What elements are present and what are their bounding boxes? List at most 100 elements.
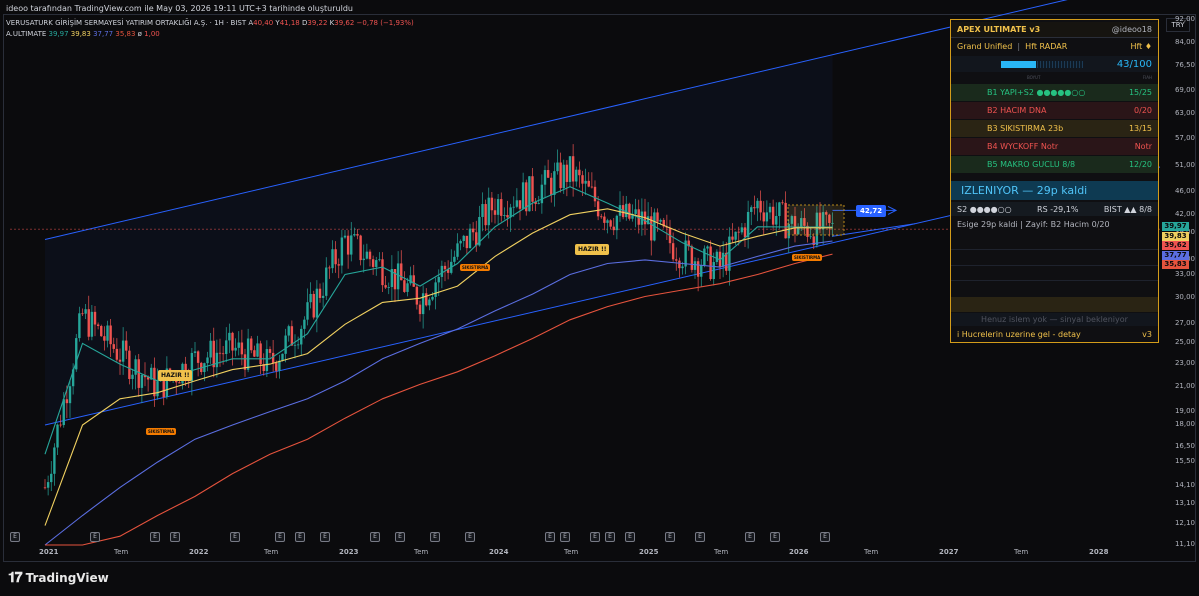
price-tick: 21,00	[1174, 381, 1195, 390]
candle-body	[693, 261, 697, 270]
earnings-event-marker[interactable]: E	[665, 532, 675, 542]
panel-row[interactable]: B2 HACIM DNA 0/20	[951, 102, 1158, 119]
footer1-text: Henuz islem yok — sinyal bekleniyor	[981, 315, 1128, 324]
earnings-event-marker[interactable]: E	[295, 532, 305, 542]
price-label: 39,83	[1162, 231, 1189, 241]
candle-body	[43, 487, 47, 489]
earnings-event-marker[interactable]: E	[320, 532, 330, 542]
legend: VERUSATURK GİRİŞİM SERMAYESİ YATIRIM ORT…	[6, 18, 414, 40]
trend-arrow-line	[832, 223, 916, 237]
subtitle-left: Grand Unified	[957, 42, 1013, 51]
earnings-event-marker[interactable]: E	[150, 532, 160, 542]
price-tick: 13,10	[1174, 498, 1195, 507]
earnings-event-marker[interactable]: E	[745, 532, 755, 542]
candle-body	[206, 357, 209, 364]
earnings-event-marker[interactable]: E	[170, 532, 180, 542]
earnings-event-marker[interactable]: E	[10, 532, 20, 542]
candle-body	[81, 313, 84, 315]
panel-row-value: 13/15	[1128, 124, 1152, 133]
earnings-event-marker[interactable]: E	[465, 532, 475, 542]
candle-body	[440, 265, 444, 277]
candle-body	[434, 282, 437, 297]
footer2-left[interactable]: i Hucrelerin uzerine gel - detay	[957, 330, 1081, 339]
earnings-event-marker[interactable]: E	[430, 532, 440, 542]
price-tick: 57,00	[1174, 133, 1195, 142]
candle-body	[587, 180, 590, 187]
candle-body	[487, 197, 490, 226]
grid-cell	[951, 266, 1158, 282]
threshold-row: Esige 29p kaldi | Zayif: B2 Hacim 0/20	[951, 217, 1158, 231]
time-tick: 2026	[789, 548, 809, 556]
panel-row[interactable]: B3 SIKISTIRMA 23b 13/15	[951, 120, 1158, 137]
candle-body	[493, 210, 497, 215]
earnings-event-marker[interactable]: E	[820, 532, 830, 542]
earnings-event-marker[interactable]: E	[545, 532, 555, 542]
candle-body	[178, 382, 181, 384]
candle-body	[268, 349, 272, 353]
candle-body	[359, 235, 362, 261]
candle-body	[656, 212, 659, 222]
candle-body	[459, 240, 462, 244]
earnings-event-marker[interactable]: E	[560, 532, 570, 542]
candle-body	[590, 186, 594, 188]
candle-body	[196, 351, 200, 363]
indicator-value-2: 39,83	[70, 30, 91, 38]
candle-body	[331, 249, 334, 269]
indicator-name[interactable]: A.ULTIMATE	[6, 30, 46, 38]
candle-body	[62, 399, 65, 426]
candle-body	[600, 216, 603, 218]
footer2-right: v3	[1142, 329, 1152, 339]
earnings-event-marker[interactable]: E	[770, 532, 780, 542]
candle-body	[700, 265, 703, 277]
price-tick: 27,00	[1174, 319, 1195, 328]
candle-body	[537, 203, 540, 204]
indicator-value-6: 1,00	[144, 30, 160, 38]
candle-body	[387, 287, 390, 288]
symbol-row[interactable]: VERUSATURK GİRİŞİM SERMAYESİ YATIRIM ORT…	[6, 18, 414, 29]
earnings-event-marker[interactable]: E	[275, 532, 285, 542]
candle-body	[156, 381, 159, 397]
score-sub-row: BOYUT FIAH	[951, 73, 1158, 81]
candle-body	[250, 338, 253, 351]
grid-cell	[951, 281, 1158, 296]
candle-body	[318, 288, 322, 298]
candle-body	[59, 424, 62, 426]
apex-panel[interactable]: APEX ULTIMATE v3 @ideoo18 Grand Unified …	[950, 19, 1159, 343]
candle-body	[112, 344, 115, 349]
price-tick: 84,00	[1174, 37, 1195, 46]
candle-body	[131, 374, 134, 379]
candle-body	[315, 288, 319, 318]
candle-body	[312, 293, 315, 318]
candle-body	[575, 169, 578, 182]
indicator-row[interactable]: A.ULTIMATE 39,97 39,83 37,77 35,83 ø 1,0…	[6, 29, 414, 40]
candle-body	[328, 267, 331, 269]
candle-body	[703, 248, 706, 266]
earnings-event-marker[interactable]: E	[625, 532, 635, 542]
panel-row[interactable]: B5 MAKRO GUCLU 8/8 12/20	[951, 156, 1158, 173]
candle-body	[281, 353, 284, 361]
candle-body	[296, 344, 300, 346]
time-tick: Tem	[864, 548, 879, 556]
price-tick: 19,00	[1174, 406, 1195, 415]
earnings-event-marker[interactable]: E	[695, 532, 705, 542]
candle-body	[353, 234, 356, 236]
earnings-event-marker[interactable]: E	[370, 532, 380, 542]
candle-body	[721, 252, 725, 267]
candle-body	[556, 162, 559, 172]
earnings-event-marker[interactable]: E	[605, 532, 615, 542]
empty-grid	[951, 234, 1158, 296]
earnings-event-marker[interactable]: E	[395, 532, 405, 542]
score-row: 43/100	[951, 56, 1158, 72]
panel-row[interactable]: B1 YAPI+S2 ●●●●●○○ 15/25	[951, 84, 1158, 101]
candle-body	[706, 246, 709, 249]
footer2-row[interactable]: i Hucrelerin uzerine gel - detay v3	[951, 327, 1158, 341]
symbol-name[interactable]: VERUSATURK GİRİŞİM SERMAYESİ YATIRIM ORT…	[6, 19, 246, 27]
candle-body	[68, 386, 72, 404]
panel-row[interactable]: B4 WYCKOFF Notr Notr	[951, 138, 1158, 155]
earnings-event-marker[interactable]: E	[230, 532, 240, 542]
earnings-event-marker[interactable]: E	[590, 532, 600, 542]
candle-body	[256, 343, 259, 357]
earnings-event-marker[interactable]: E	[90, 532, 100, 542]
candle-body	[46, 482, 50, 488]
target-price-label: 42,72	[856, 205, 887, 217]
